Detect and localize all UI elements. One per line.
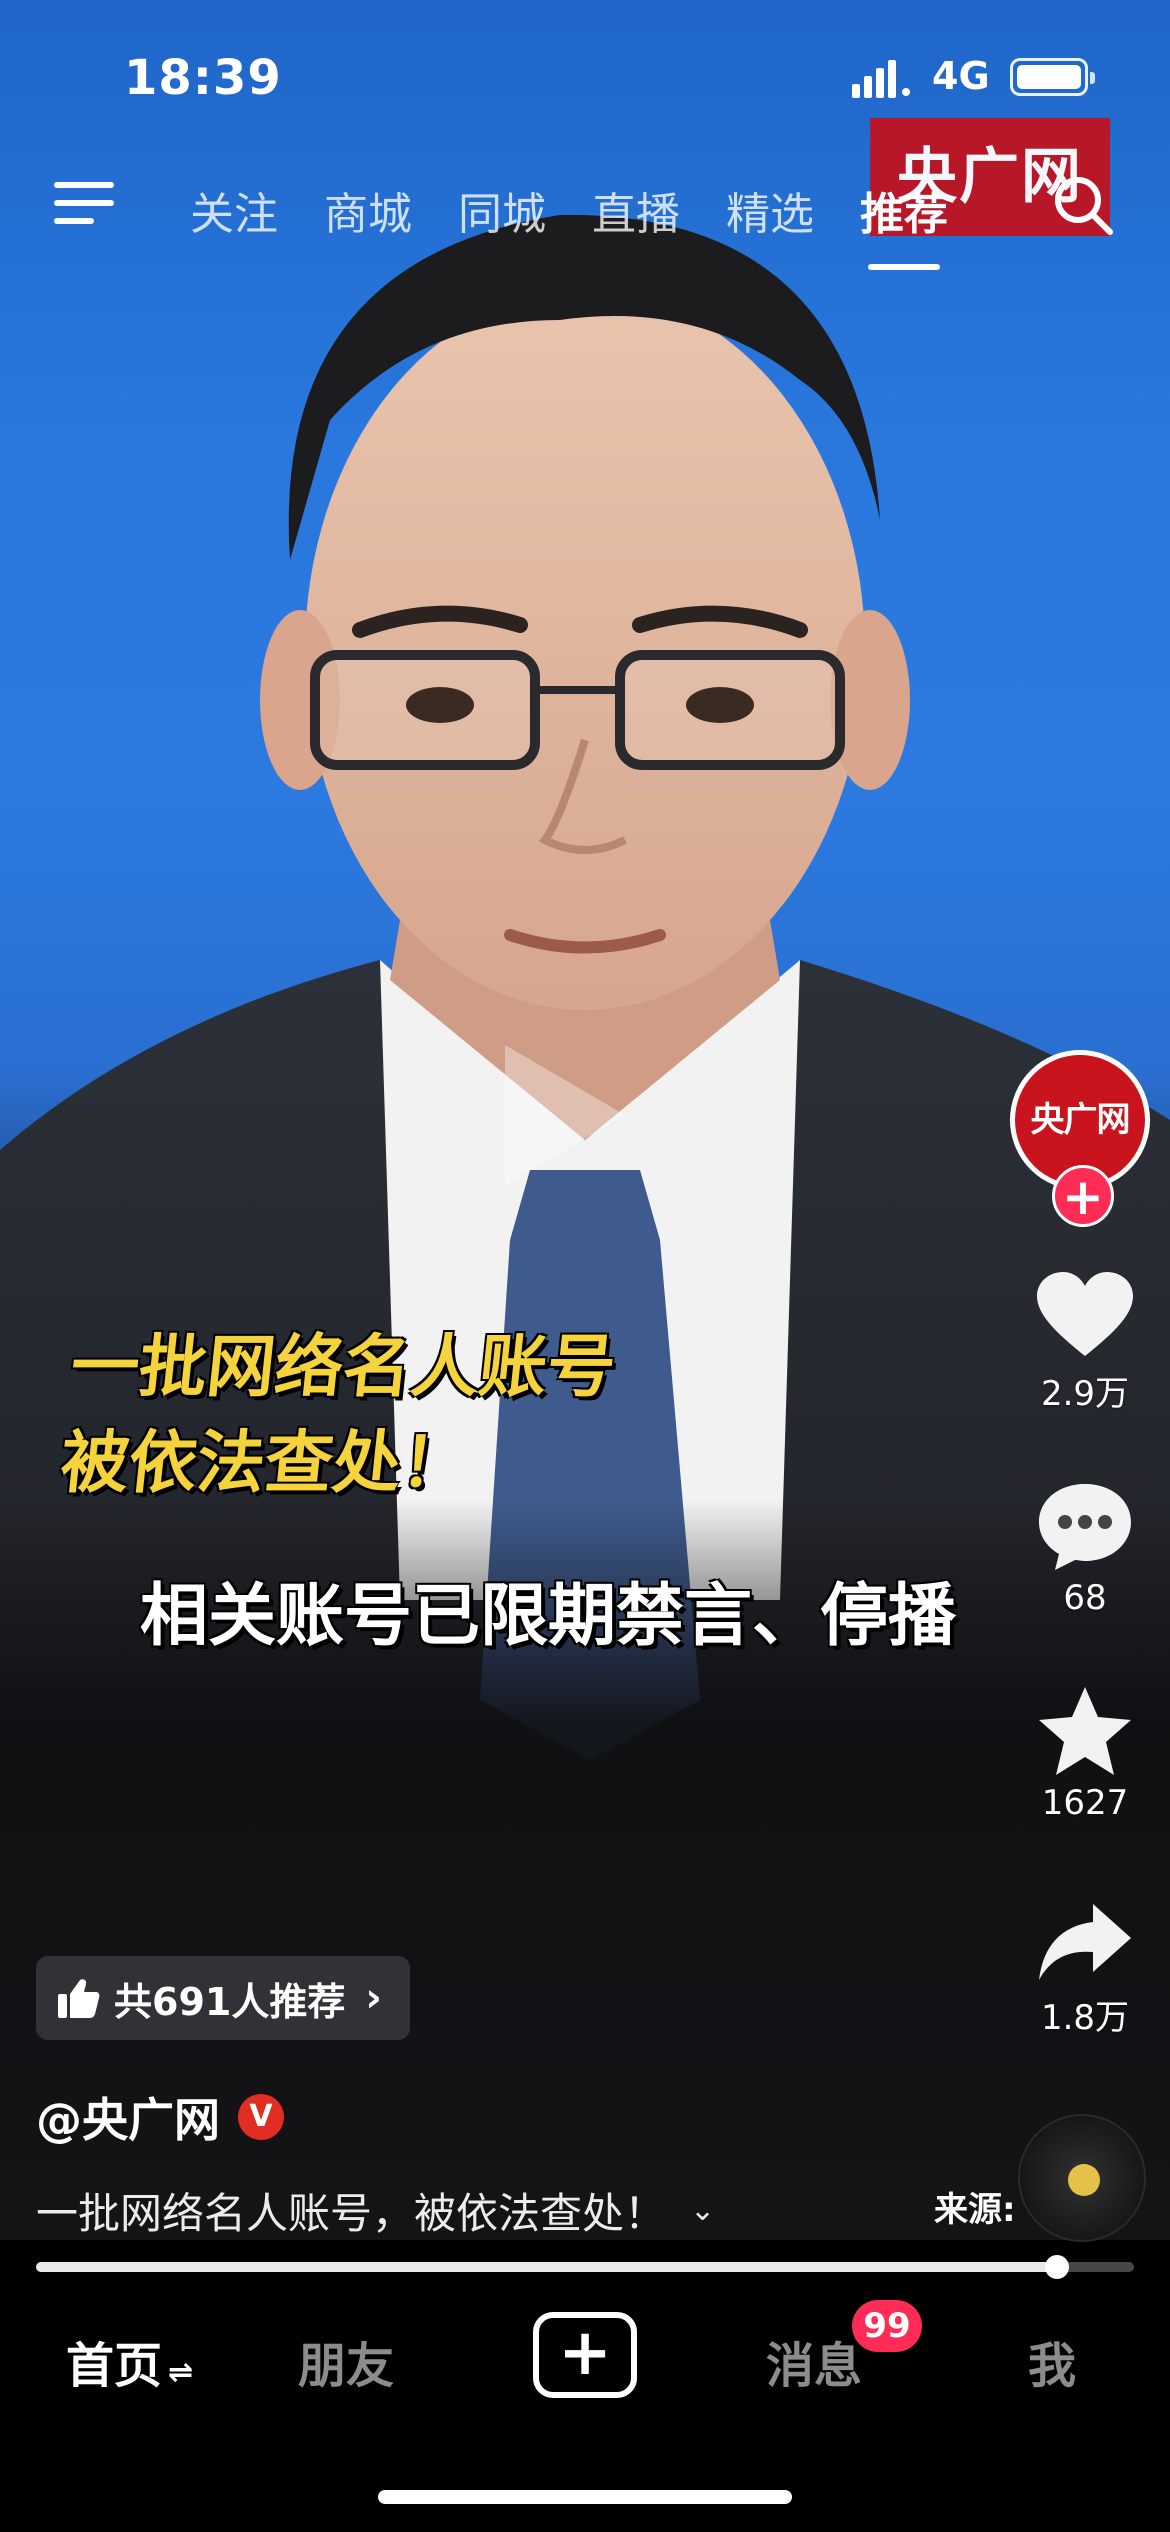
menu-icon[interactable] xyxy=(54,182,114,232)
share-icon xyxy=(1039,1904,1131,1980)
caption-subtitle: 相关账号已限期禁言、停播 xyxy=(140,1577,957,1656)
author-name[interactable]: @央广网 V xyxy=(36,2084,284,2150)
follow-button[interactable]: + xyxy=(1052,1165,1114,1227)
chevron-down-icon[interactable]: ⌄ xyxy=(690,2193,715,2228)
music-disc-icon[interactable] xyxy=(1018,2114,1146,2242)
verified-badge-icon: V xyxy=(238,2094,284,2140)
search-icon[interactable] xyxy=(1052,174,1114,236)
nav-messages[interactable]: 消息 xyxy=(766,2326,862,2396)
star-icon xyxy=(1039,1687,1131,1775)
progress-fill xyxy=(36,2262,1058,2272)
like-count: 2.9万 xyxy=(1040,1374,1130,1414)
network-type: 4G xyxy=(932,54,990,98)
nav-me[interactable]: 我 xyxy=(1028,2326,1076,2396)
favorite-button[interactable]: 1627 xyxy=(1010,1685,1160,1823)
favorite-count: 1627 xyxy=(1041,1783,1129,1823)
feed-tabs: 关注 商城 同城 直播 精选 推荐 xyxy=(190,178,994,270)
swap-icon: ⇌ xyxy=(168,2355,194,2390)
home-indicator xyxy=(378,2490,792,2504)
video-player[interactable]: 一批网络名人账号 被依法查处！ 相关账号已限期禁言、停播 xyxy=(0,0,1170,2240)
source-label: 来源: xyxy=(934,2190,1016,2230)
messages-badge: 99 xyxy=(852,2300,922,2352)
nav-friends[interactable]: 朋友 xyxy=(298,2326,394,2396)
tab-featured[interactable]: 精选 xyxy=(726,178,814,242)
video-description[interactable]: 一批网络名人账号，被依法查处！ ⌄ xyxy=(36,2180,715,2241)
share-count: 1.8万 xyxy=(1040,1998,1130,2038)
like-button[interactable]: 2.9万 xyxy=(1010,1270,1160,1415)
progress-knob[interactable] xyxy=(1045,2255,1070,2279)
recommend-label: 共691人推荐 xyxy=(114,1979,346,2024)
signal-icon xyxy=(852,60,910,98)
battery-icon xyxy=(1010,58,1095,96)
top-nav: 关注 商城 同城 直播 精选 推荐 xyxy=(0,160,1170,270)
tab-recommend[interactable]: 推荐 xyxy=(860,178,948,270)
caption-headline: 一批网络名人账号 被依法查处！ xyxy=(56,1328,620,1503)
comment-icon xyxy=(1039,1484,1131,1570)
thumbs-up-icon xyxy=(58,1979,100,2018)
recommend-pill[interactable]: 共691人推荐 › xyxy=(36,1956,410,2040)
nav-home[interactable]: 首页 ⇌ xyxy=(66,2326,193,2396)
chevron-right-icon: › xyxy=(365,1975,382,2021)
heart-icon xyxy=(1037,1272,1133,1356)
comment-button[interactable]: 68 xyxy=(1010,1480,1160,1618)
tab-mall[interactable]: 商城 xyxy=(324,178,412,242)
create-button[interactable]: + xyxy=(533,2312,637,2398)
tab-follow[interactable]: 关注 xyxy=(190,178,278,242)
status-time: 18:39 xyxy=(124,50,282,106)
tab-local[interactable]: 同城 xyxy=(458,178,546,242)
comment-count: 68 xyxy=(1063,1578,1107,1618)
share-button[interactable]: 1.8万 xyxy=(1010,1900,1160,2039)
video-progress-bar[interactable] xyxy=(36,2255,1134,2279)
bottom-nav: 首页 ⇌ 朋友 + 消息 99 我 xyxy=(0,2282,1170,2532)
tab-live[interactable]: 直播 xyxy=(592,178,680,242)
play-icon[interactable] xyxy=(505,1045,625,1185)
